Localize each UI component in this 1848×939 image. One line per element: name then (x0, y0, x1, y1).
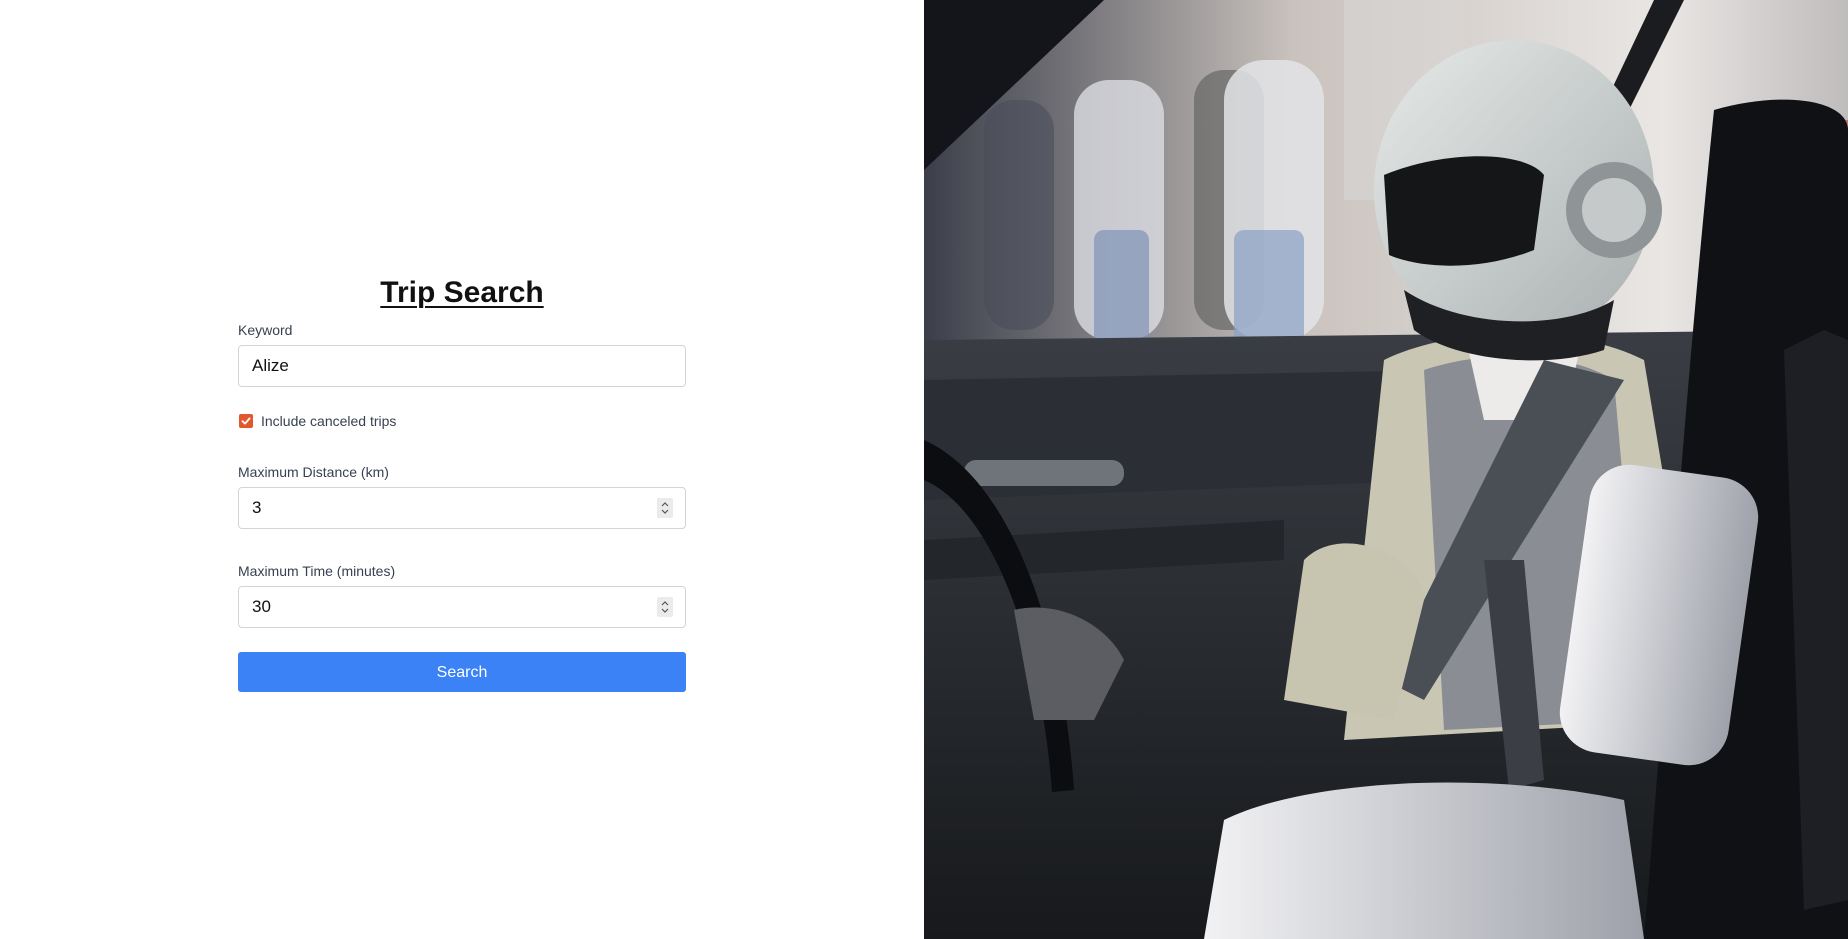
page-title: Trip Search (380, 276, 544, 309)
search-button[interactable]: Search (238, 652, 686, 692)
max-time-input[interactable]: 30 (238, 586, 686, 628)
spinner-arrows-icon (661, 502, 669, 514)
max-distance-label: Maximum Distance (km) (238, 464, 389, 480)
robot-driver-illustration (924, 0, 1848, 939)
max-time-field-group: Maximum Time (minutes) 30 (238, 562, 686, 628)
include-canceled-row[interactable]: Include canceled trips (238, 412, 686, 430)
max-distance-field-group: Maximum Distance (km) 3 (238, 463, 686, 529)
max-distance-input[interactable]: 3 (238, 487, 686, 529)
keyword-field-group: Keyword Alize (238, 321, 686, 387)
max-time-label: Maximum Time (minutes) (238, 563, 396, 579)
max-distance-value: 3 (252, 498, 262, 517)
max-time-spinner[interactable] (657, 597, 673, 617)
page: Trip Search Keyword Alize Include cancel… (0, 0, 1848, 939)
keyword-input[interactable]: Alize (238, 345, 686, 387)
trip-search-form: Trip Search Keyword Alize Include cancel… (238, 272, 686, 692)
hero-image (924, 0, 1848, 939)
max-distance-spinner[interactable] (657, 498, 673, 518)
spinner-arrows-icon (661, 601, 669, 613)
max-time-value: 30 (252, 597, 271, 616)
form-pane: Trip Search Keyword Alize Include cancel… (0, 0, 924, 939)
include-canceled-label: Include canceled trips (261, 413, 397, 429)
checkmark-icon (241, 417, 251, 425)
keyword-input-value: Alize (252, 356, 289, 375)
include-canceled-checkbox[interactable] (239, 414, 253, 428)
keyword-label: Keyword (238, 322, 293, 338)
